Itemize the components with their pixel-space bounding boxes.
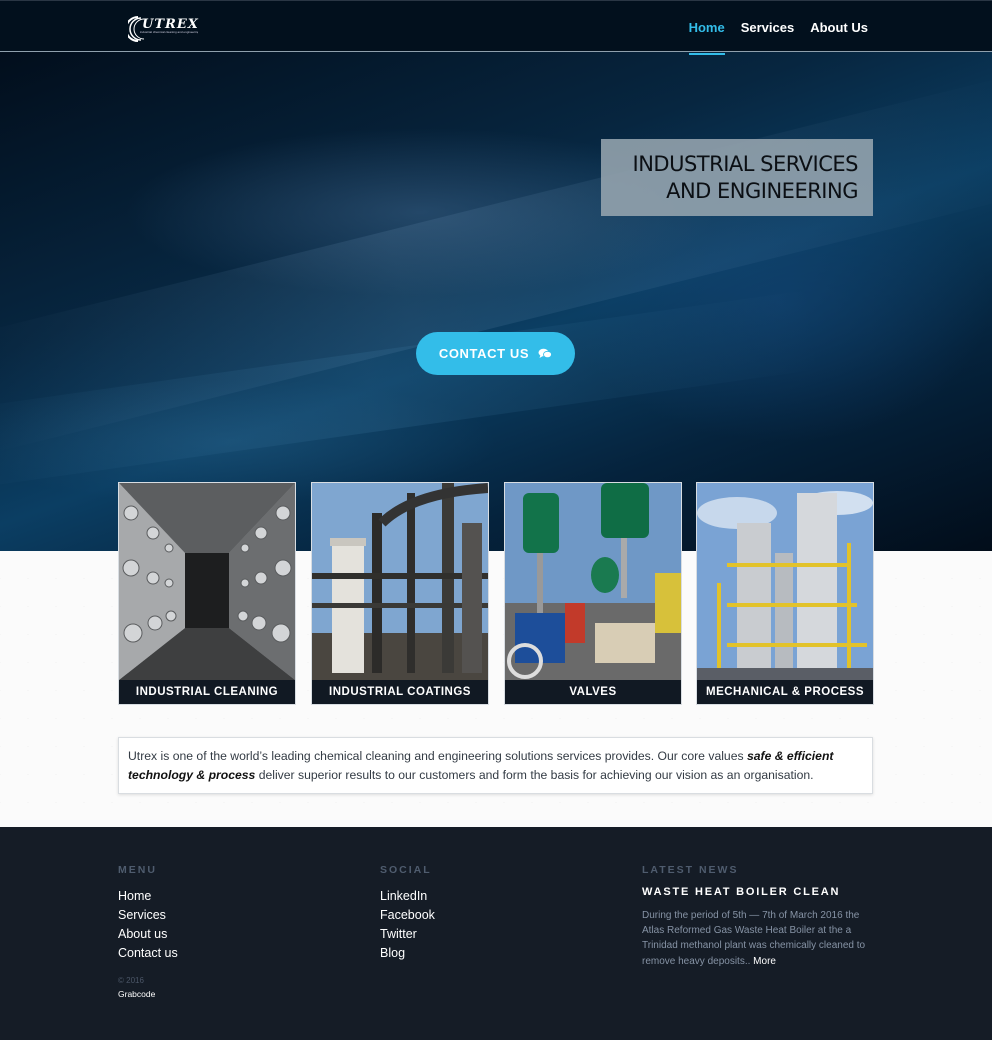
industrial-coatings-image [312,483,488,680]
industrial-cleaning-image [119,483,295,680]
service-card-label: INDUSTRIAL CLEANING [119,680,295,704]
chat-bubbles-icon [538,348,553,359]
service-card-industrial-coatings[interactable]: INDUSTRIAL COATINGS [311,482,489,705]
footer-facebook-link[interactable]: Facebook [380,906,435,925]
intro-text-end: deliver superior results to our customer… [255,768,814,782]
nav-home-link[interactable]: Home [688,20,725,55]
hero-headline-line2: AND ENGINEERING [666,179,858,203]
hero-headline-line1: INDUSTRIAL SERVICES [632,152,859,176]
hero-banner: INDUSTRIAL SERVICES AND ENGINEERING CONT… [0,52,992,551]
logo-wordmark: UTREX [142,17,199,32]
footer-blog-link[interactable]: Blog [380,944,435,963]
footer-services-link[interactable]: Services [118,906,178,925]
footer-menu-heading: MENU [118,864,157,876]
utrex-logo[interactable]: UTREX industrial chemical cleaning and e… [128,15,200,43]
intro-text-box: Utrex is one of the world’s leading chem… [118,737,873,794]
footer-news-column: LATEST NEWS WASTE HEAT BOILER CLEAN Duri… [642,864,870,969]
hero-headline: INDUSTRIAL SERVICES AND ENGINEERING [601,139,873,216]
footer-about-link[interactable]: About us [118,925,178,944]
nav-menu: Home Services About Us [688,20,868,55]
contact-us-label: CONTACT US [438,346,530,361]
footer-contact-link[interactable]: Contact us [118,944,178,963]
intro-text: Utrex is one of the world’s leading chem… [128,749,747,763]
footer-menu-column: MENU Home Services About us Contact us [118,864,178,963]
site-footer: MENU Home Services About us Contact us ©… [0,827,992,1040]
top-navbar: UTREX industrial chemical cleaning and e… [0,0,992,55]
news-more-link[interactable]: More [753,956,776,967]
valves-image [505,483,681,680]
footer-twitter-link[interactable]: Twitter [380,925,435,944]
contact-us-button[interactable]: CONTACT US [416,332,575,375]
footer-news-heading: LATEST NEWS [642,864,739,876]
logo-tagline: industrial chemical cleaning and enginee… [140,31,198,34]
site-credit: Grabcode [118,989,156,999]
service-card-valves[interactable]: VALVES [504,482,682,705]
news-article-title[interactable]: WASTE HEAT BOILER CLEAN [642,886,870,898]
footer-social-column: SOCIAL LinkedIn Facebook Twitter Blog [380,864,435,963]
service-card-label: MECHANICAL & PROCESS [697,680,873,704]
copyright-year: © 2016 [118,976,144,985]
service-card-industrial-cleaning[interactable]: INDUSTRIAL CLEANING [118,482,296,705]
nav-services-link[interactable]: Services [741,20,795,55]
news-article-excerpt: During the period of 5th — 7th of March … [642,908,870,969]
nav-about-link[interactable]: About Us [810,20,868,55]
footer-social-heading: SOCIAL [380,864,432,876]
footer-linkedin-link[interactable]: LinkedIn [380,887,435,906]
footer-home-link[interactable]: Home [118,887,178,906]
service-card-label: VALVES [505,680,681,704]
service-card-mechanical-process[interactable]: MECHANICAL & PROCESS [696,482,874,705]
service-card-label: INDUSTRIAL COATINGS [312,680,488,704]
mechanical-process-image [697,483,873,680]
